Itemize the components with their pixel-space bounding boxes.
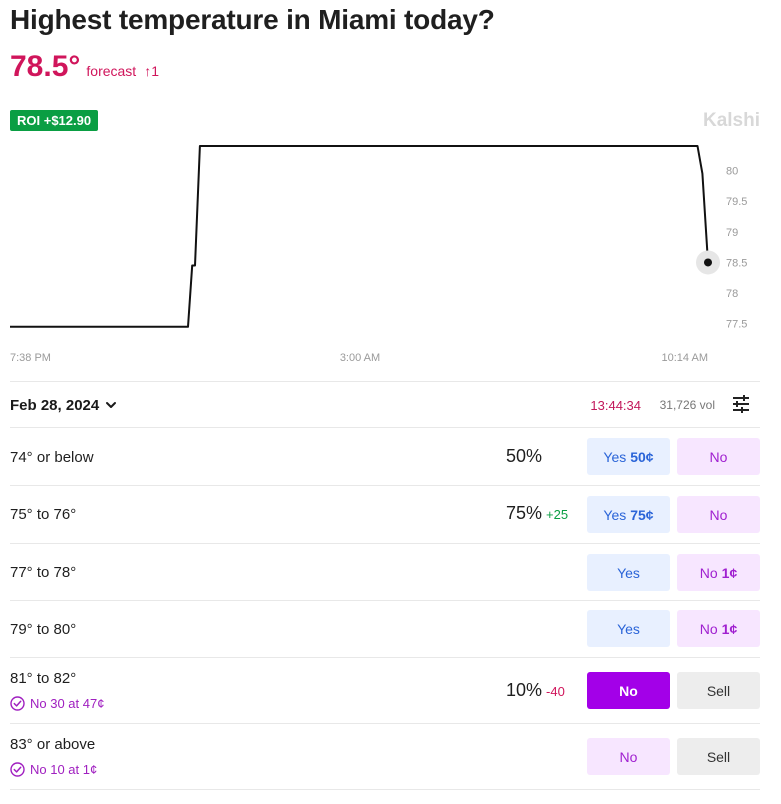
y-tick-label: 78 xyxy=(726,288,738,300)
yes-button[interactable]: Yes 50¢ xyxy=(587,438,670,475)
no-button[interactable]: No xyxy=(587,738,670,775)
countdown-timer: 13:44:34 xyxy=(590,397,641,413)
row-label: 79° to 80° xyxy=(10,621,77,638)
x-tick-label: 10:14 AM xyxy=(662,352,708,364)
y-tick-label: 79.5 xyxy=(726,196,747,208)
row-label: 74° or below xyxy=(10,449,94,466)
sell-button[interactable]: Sell xyxy=(677,738,760,775)
brand-logo: Kalshi xyxy=(702,110,760,131)
row-probability: 10% -40 xyxy=(506,680,565,700)
check-circle-icon xyxy=(10,696,25,711)
volume-label: 31,726 vol xyxy=(659,398,715,412)
date-bar: Feb 28, 2024 13:44:34 31,726 vol xyxy=(10,383,760,427)
row-label: 75° to 76° xyxy=(10,506,77,523)
market-row: 81° to 82° No 30 at 47¢ 10% -40 No Sell xyxy=(10,658,760,724)
row-label: 81° to 82° xyxy=(10,670,77,687)
filter-icon[interactable] xyxy=(730,393,752,415)
y-tick-label: 80 xyxy=(726,166,738,178)
x-tick-label: 3:00 AM xyxy=(340,352,380,364)
no-button[interactable]: No 1¢ xyxy=(677,610,760,647)
no-button[interactable]: No 1¢ xyxy=(677,554,760,591)
roi-badge: ROI +$12.90 xyxy=(10,110,99,131)
x-tick-label: 7:38 PM xyxy=(10,352,51,364)
date-label: Feb 28, 2024 xyxy=(10,396,100,414)
market-row: 74° or below 50% Yes 50¢ No xyxy=(10,428,760,486)
y-tick-label: 78.5 xyxy=(726,257,747,269)
row-delta: +25 xyxy=(546,507,569,522)
row-label: 77° to 78° xyxy=(10,564,77,581)
market-row: 77° to 78° Yes No 1¢ xyxy=(10,544,760,601)
row-label: 83° or above xyxy=(10,736,96,753)
check-circle-icon xyxy=(10,762,25,777)
current-temp: 78.5° xyxy=(10,50,81,83)
row-probability: 75% +25 xyxy=(506,503,569,523)
chevron-down-icon xyxy=(106,402,117,408)
forecast-label: forecast xyxy=(86,63,137,79)
last-point-marker xyxy=(704,258,712,267)
position-label[interactable]: No 10 at 1¢ xyxy=(10,762,97,777)
no-button[interactable]: No xyxy=(677,496,760,533)
y-tick-label: 79 xyxy=(726,227,738,239)
date-selector[interactable]: Feb 28, 2024 xyxy=(10,397,117,414)
forecast-change: ↑1 xyxy=(144,63,159,79)
row-probability: 50% xyxy=(506,446,543,466)
yes-button[interactable]: Yes xyxy=(587,554,670,591)
market-row: 79° to 80° Yes No 1¢ xyxy=(10,601,760,658)
row-delta: -40 xyxy=(546,684,565,699)
divider xyxy=(10,381,760,382)
series-line xyxy=(10,145,709,328)
yes-button[interactable]: Yes xyxy=(587,610,670,647)
no-button[interactable]: No xyxy=(587,672,670,709)
market-row: 83° or above No 10 at 1¢ No Sell xyxy=(10,724,760,790)
position-label[interactable]: No 30 at 47¢ xyxy=(10,696,104,711)
market-title: Highest temperature in Miami today? xyxy=(10,4,495,35)
y-tick-label: 77.5 xyxy=(726,319,747,331)
no-button[interactable]: No xyxy=(677,438,760,475)
chart-svg: 80 79.5 79 78.5 78 77.5 7:38 PM 3:00 AM 10:14 AM xyxy=(10,145,747,364)
headline: 78.5° forecast ↑1 xyxy=(10,50,159,84)
market-row: 75° to 76° 75% +25 Yes 75¢ No xyxy=(10,486,760,544)
price-chart[interactable]: 80 79.5 79 78.5 78 77.5 7:38 PM 3:00 AM 10:14 AM xyxy=(0,130,781,370)
sell-button[interactable]: Sell xyxy=(677,672,760,709)
yes-button[interactable]: Yes 75¢ xyxy=(587,496,670,533)
